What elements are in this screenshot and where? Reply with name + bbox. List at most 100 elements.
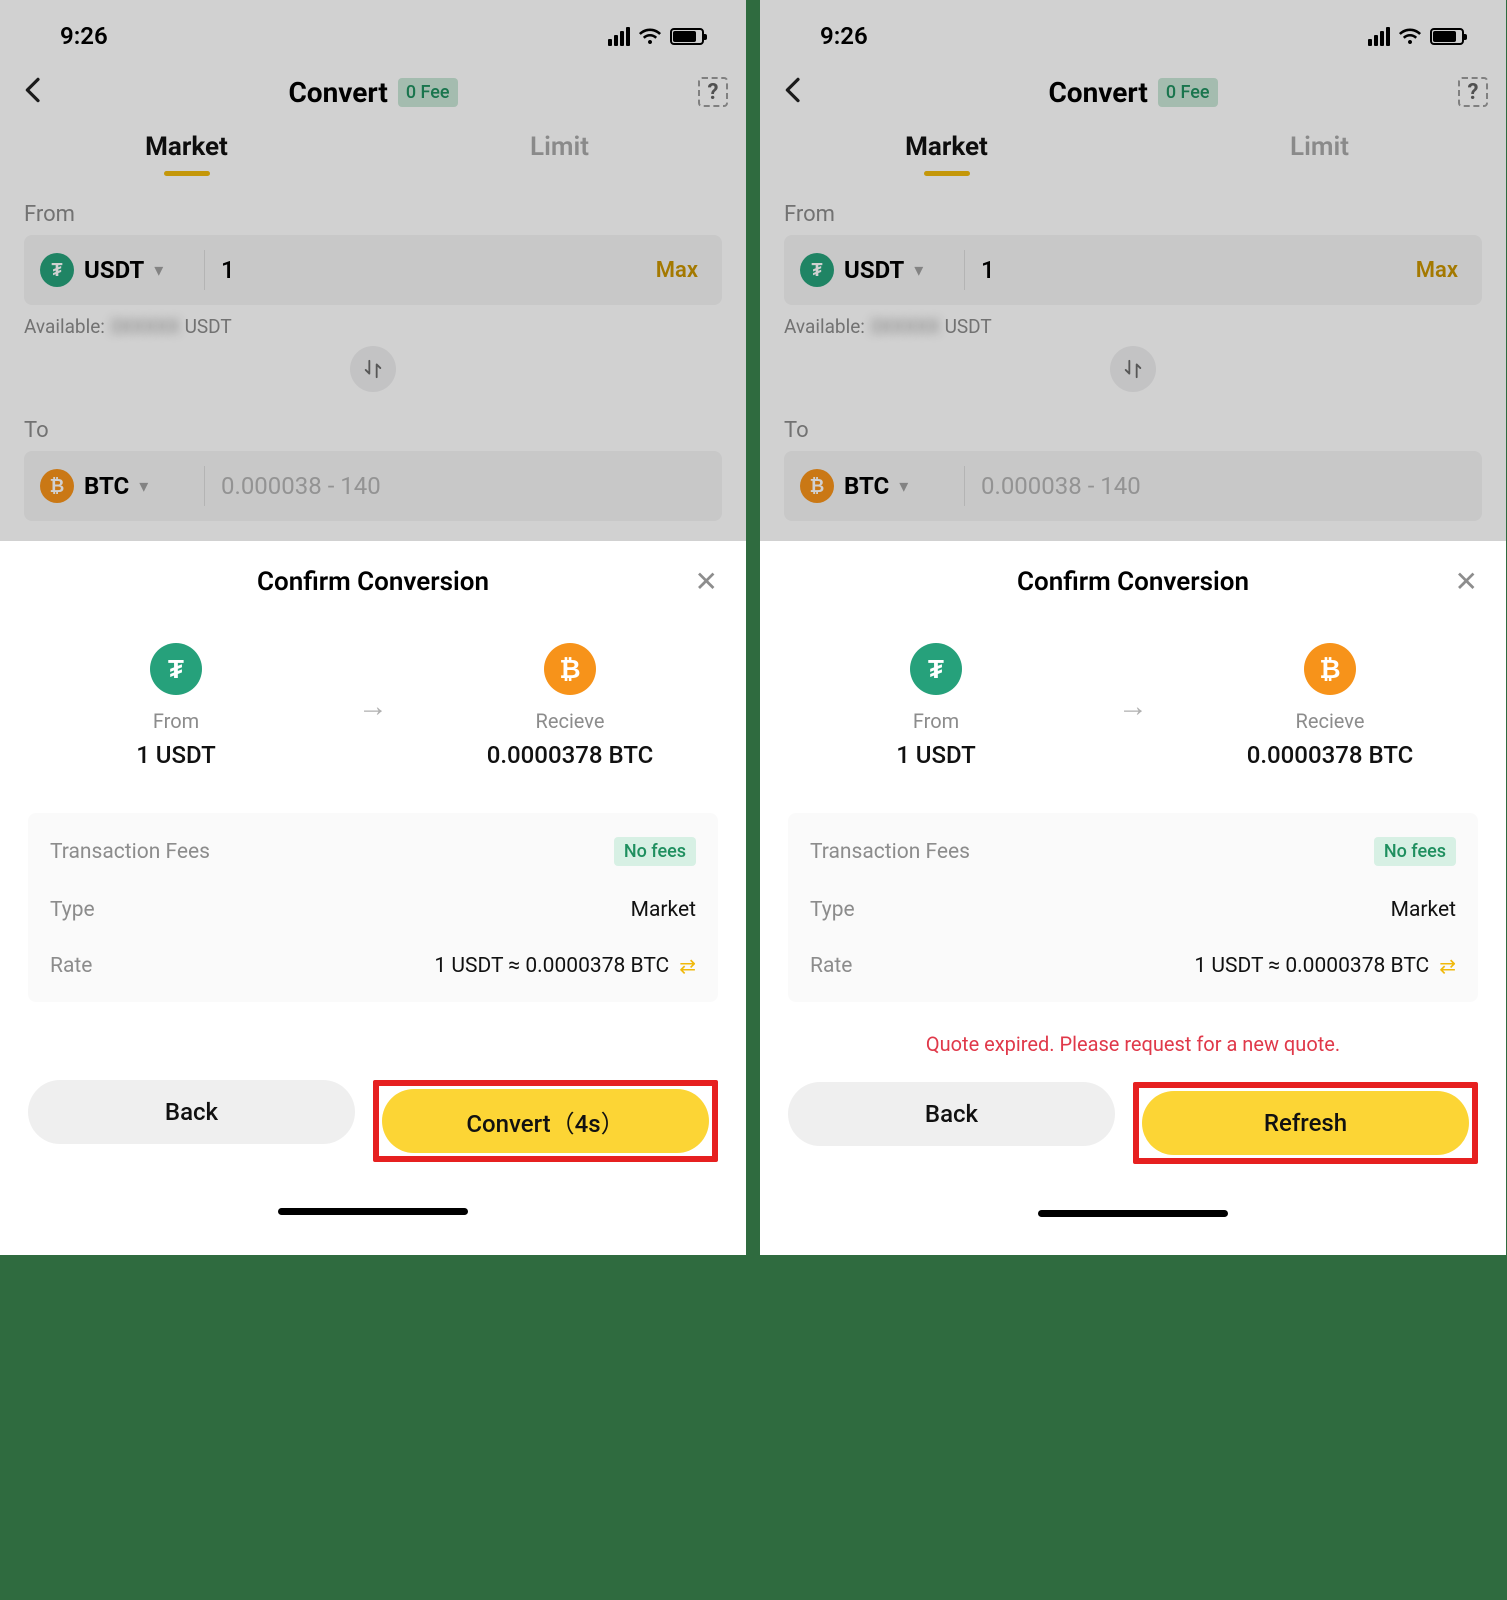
highlight-box: Convert（4s） [373, 1080, 718, 1162]
usdt-icon: ₮ [910, 643, 962, 695]
tab-market[interactable]: Market [760, 124, 1133, 176]
from-amount-input[interactable] [205, 256, 632, 284]
to-label: To [760, 400, 1506, 451]
order-type-tabs: Market Limit [760, 120, 1506, 184]
btc-icon: ₿ [800, 469, 834, 503]
from-token-row: ₮ USDT ▾ Max [24, 235, 722, 305]
chevron-down-icon: ▾ [139, 476, 148, 497]
from-amount: 1 USDT [136, 741, 216, 769]
arrow-right-icon: → [1118, 689, 1148, 724]
confirm-conversion-sheet: Confirm Conversion ✕ ₮ From 1 USDT → ₿ R… [760, 541, 1506, 1255]
to-token-symbol: BTC [844, 472, 889, 500]
sheet-actions: Back Convert（4s） [0, 1058, 746, 1162]
battery-icon [1430, 28, 1464, 45]
from-token-selector[interactable]: ₮ USDT ▾ [24, 253, 204, 287]
status-bar: 9:26 [760, 0, 1506, 56]
from-token-row: ₮ USDT ▾ Max [784, 235, 1482, 305]
usdt-icon: ₮ [40, 253, 74, 287]
from-token-symbol: USDT [844, 256, 904, 284]
receive-label: Recieve [1296, 709, 1365, 733]
max-button[interactable]: Max [1392, 258, 1482, 283]
no-fees-badge: No fees [1374, 837, 1456, 866]
cellular-icon [608, 27, 630, 46]
nav-bar: Convert 0 Fee ? [760, 56, 1506, 120]
refresh-rate-icon[interactable]: ⇄ [679, 954, 696, 978]
receive-amount: 0.0000378 BTC [487, 741, 654, 769]
sheet-title: Confirm Conversion [257, 567, 489, 597]
status-indicators [1368, 26, 1470, 46]
sheet-title: Confirm Conversion [1017, 567, 1249, 597]
rate-label: Rate [50, 954, 92, 978]
rate-label: Rate [810, 954, 852, 978]
type-value: Market [631, 898, 696, 922]
help-icon[interactable]: ? [1458, 77, 1488, 107]
swap-direction-button[interactable] [1110, 346, 1156, 392]
chevron-down-icon: ▾ [914, 260, 923, 281]
to-token-row: ₿ BTC ▾ [784, 451, 1482, 521]
tab-limit[interactable]: Limit [373, 124, 746, 176]
status-bar: 9:26 [0, 0, 746, 56]
arrow-right-icon: → [358, 689, 388, 724]
from-label: From [913, 709, 959, 733]
to-amount-input[interactable] [965, 472, 1482, 500]
back-arrow-icon[interactable] [778, 74, 810, 110]
max-button[interactable]: Max [632, 258, 722, 283]
close-icon[interactable]: ✕ [695, 565, 718, 598]
fees-label: Transaction Fees [810, 840, 970, 864]
from-amount-input[interactable] [965, 256, 1392, 284]
to-amount-input[interactable] [205, 472, 722, 500]
available-balance: Available: 3XXXXX USDT [0, 305, 746, 338]
chevron-down-icon: ▾ [154, 260, 163, 281]
receive-amount: 0.0000378 BTC [1247, 741, 1414, 769]
available-balance: Available: 3XXXXX USDT [760, 305, 1506, 338]
to-token-selector[interactable]: ₿ BTC ▾ [24, 469, 204, 503]
to-label: To [0, 400, 746, 451]
back-arrow-icon[interactable] [18, 74, 50, 110]
to-token-selector[interactable]: ₿ BTC ▾ [784, 469, 964, 503]
refresh-rate-icon[interactable]: ⇄ [1439, 954, 1456, 978]
btc-icon: ₿ [544, 643, 596, 695]
type-label: Type [810, 898, 855, 922]
zero-fee-badge: 0 Fee [398, 78, 458, 107]
type-value: Market [1391, 898, 1456, 922]
tab-limit[interactable]: Limit [1133, 124, 1506, 176]
to-token-row: ₿ BTC ▾ [24, 451, 722, 521]
zero-fee-badge: 0 Fee [1158, 78, 1218, 107]
battery-icon [670, 28, 704, 45]
from-token-selector[interactable]: ₮ USDT ▾ [784, 253, 964, 287]
usdt-icon: ₮ [150, 643, 202, 695]
sheet-actions: Back Refresh [760, 1060, 1506, 1164]
fees-label: Transaction Fees [50, 840, 210, 864]
back-button[interactable]: Back [788, 1082, 1115, 1146]
rate-value: 1 USDT ≈ 0.0000378 BTC [1194, 954, 1429, 978]
from-amount: 1 USDT [896, 741, 976, 769]
wifi-icon [1398, 26, 1422, 46]
convert-button[interactable]: Convert（4s） [382, 1089, 709, 1153]
rate-value: 1 USDT ≈ 0.0000378 BTC [434, 954, 669, 978]
nav-bar: Convert 0 Fee ? [0, 56, 746, 120]
from-token-symbol: USDT [84, 256, 144, 284]
no-fees-badge: No fees [614, 837, 696, 866]
back-button[interactable]: Back [28, 1080, 355, 1144]
swap-direction-button[interactable] [350, 346, 396, 392]
swap-icon [1122, 358, 1144, 380]
to-token-symbol: BTC [84, 472, 129, 500]
close-icon[interactable]: ✕ [1455, 565, 1478, 598]
from-label: From [760, 184, 1506, 235]
type-label: Type [50, 898, 95, 922]
from-label: From [153, 709, 199, 733]
btc-icon: ₿ [40, 469, 74, 503]
from-label: From [0, 184, 746, 235]
page-title: Convert [288, 76, 387, 109]
tab-market[interactable]: Market [0, 124, 373, 176]
cellular-icon [1368, 27, 1390, 46]
status-time: 9:26 [820, 22, 868, 50]
conversion-summary: ₮ From 1 USDT → ₿ Recieve 0.0000378 BTC [0, 607, 746, 779]
page-title: Convert [1048, 76, 1147, 109]
refresh-button[interactable]: Refresh [1142, 1091, 1469, 1155]
home-indicator[interactable] [278, 1208, 468, 1215]
status-time: 9:26 [60, 22, 108, 50]
home-indicator[interactable] [1038, 1210, 1228, 1217]
help-icon[interactable]: ? [698, 77, 728, 107]
wifi-icon [638, 26, 662, 46]
